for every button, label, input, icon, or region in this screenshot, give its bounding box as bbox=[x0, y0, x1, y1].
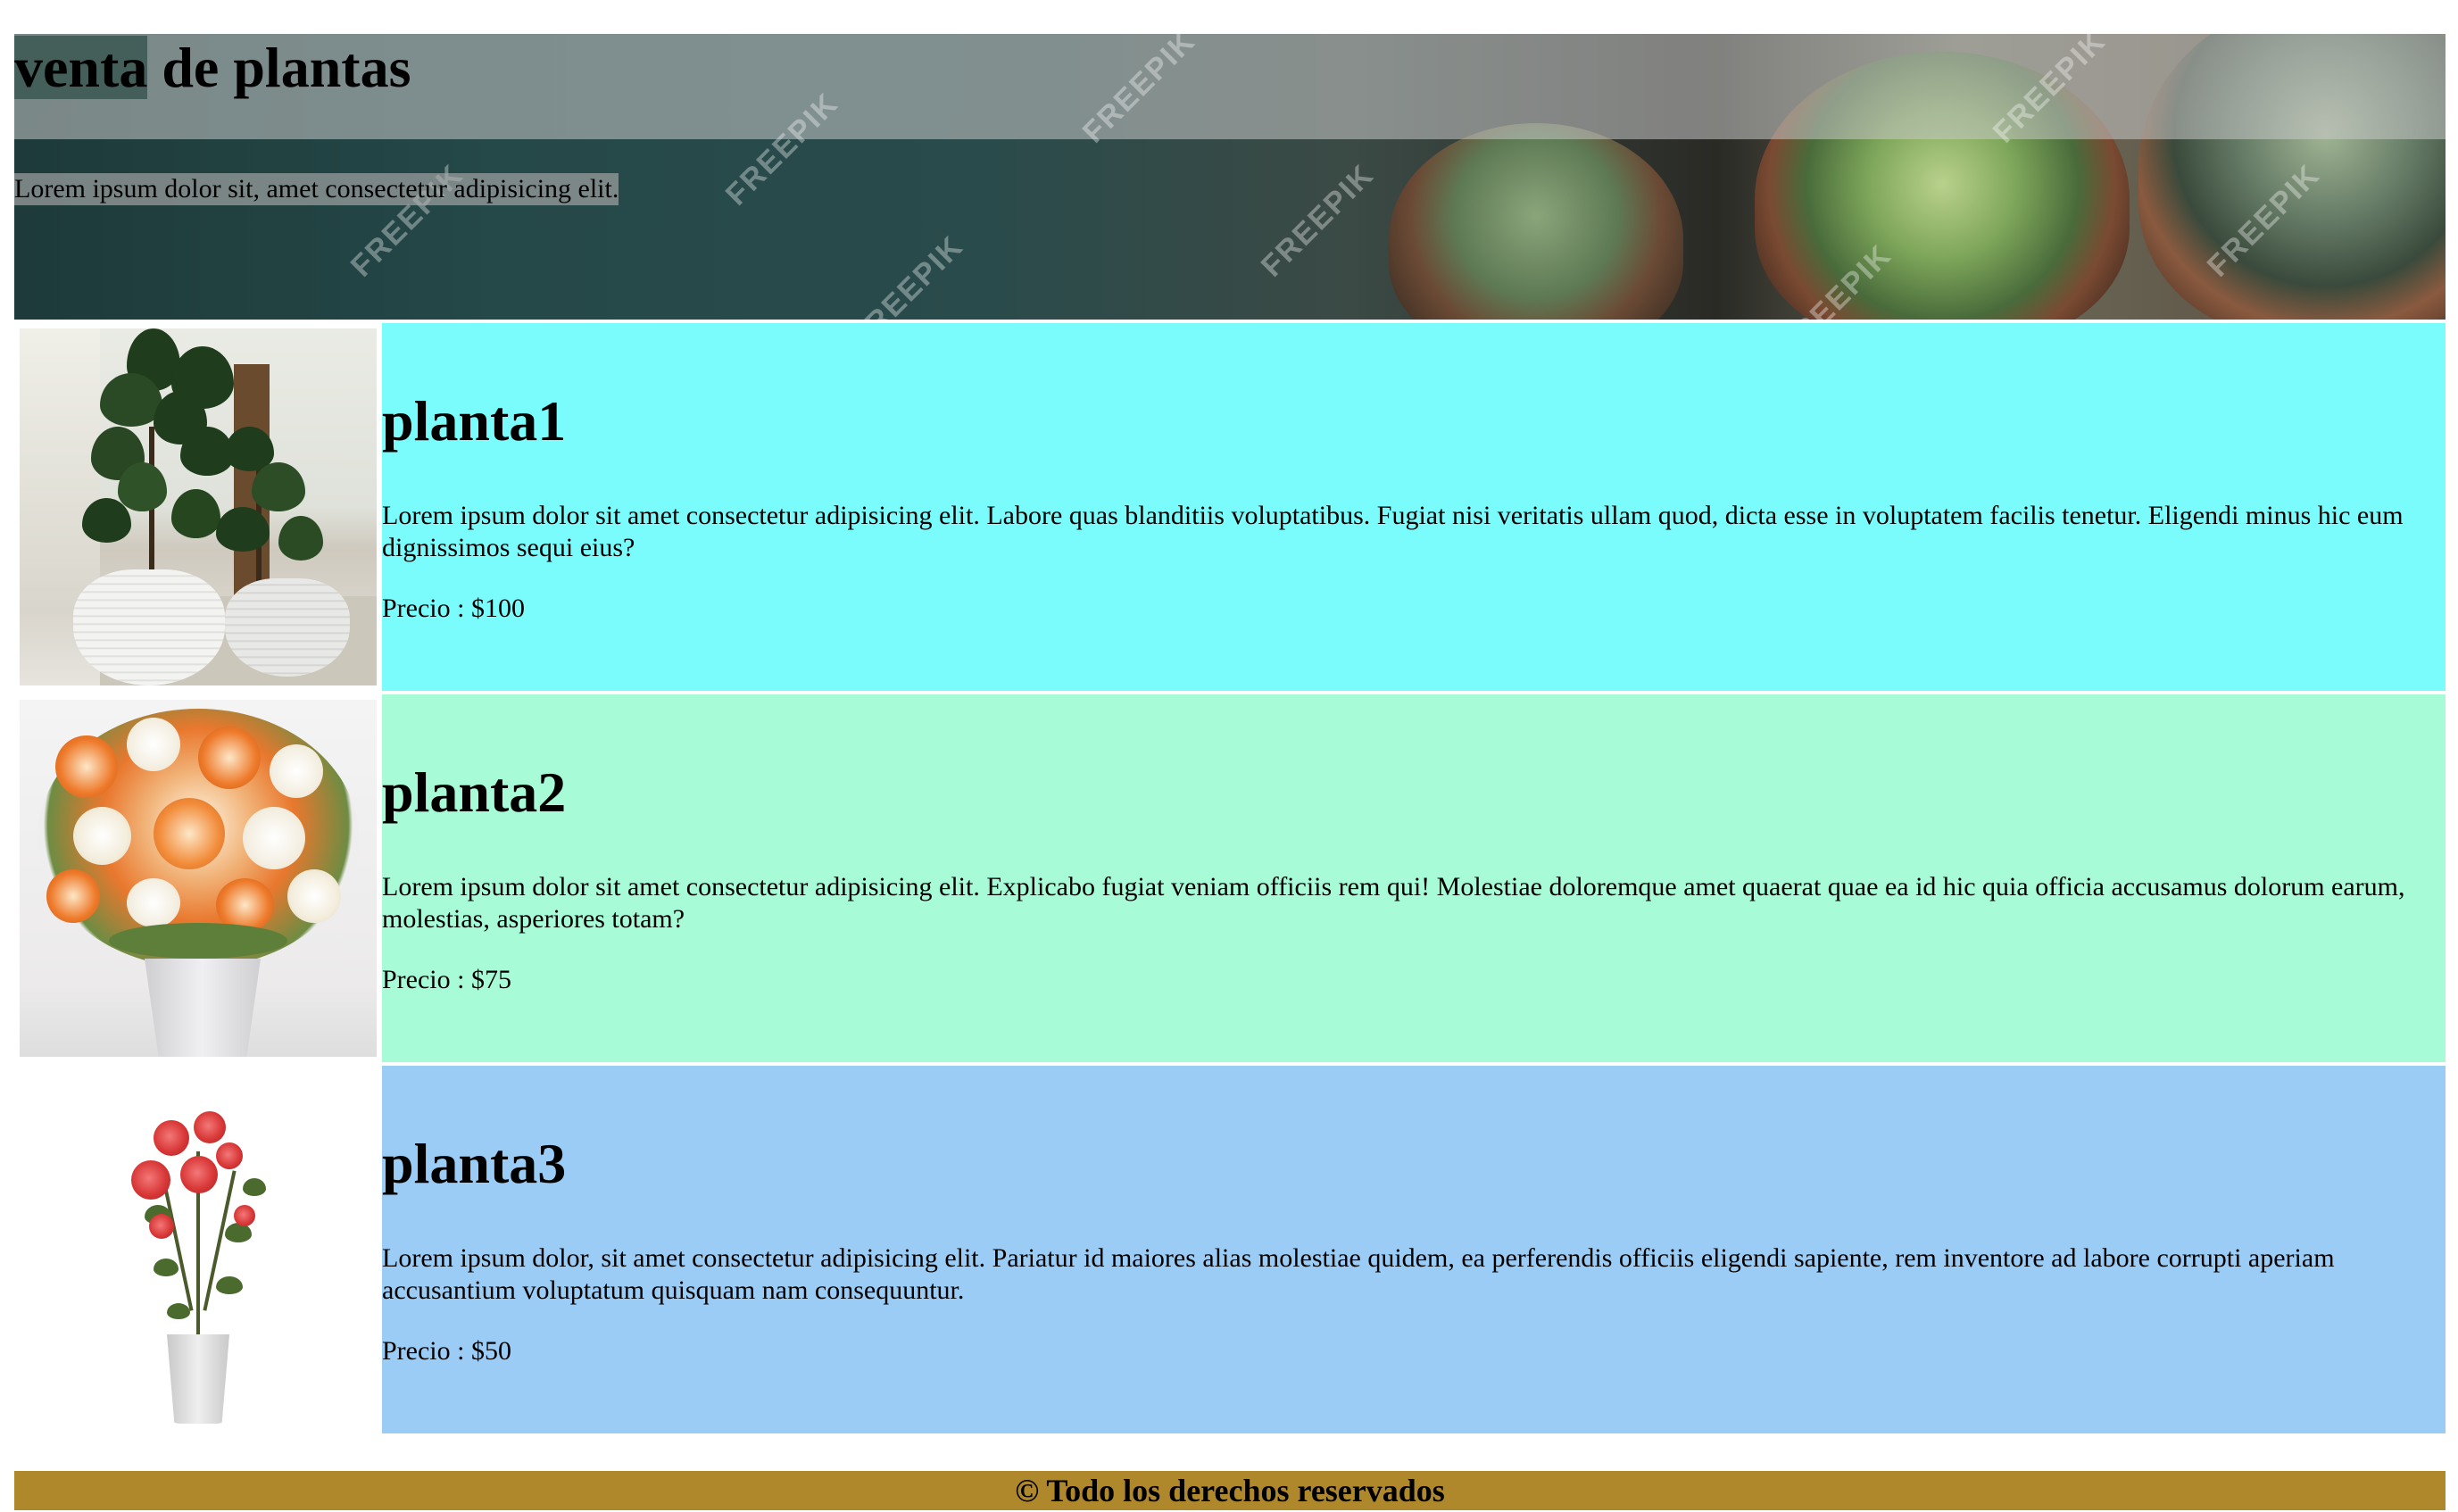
white-pot-icon bbox=[225, 578, 350, 677]
page-title-rest: de plantas bbox=[147, 36, 411, 99]
product-info: planta1 Lorem ipsum dolor sit amet conse… bbox=[382, 323, 2446, 691]
watermark-text: FREEPIK bbox=[1254, 157, 1381, 284]
white-pot-icon bbox=[73, 569, 225, 685]
product-description: Lorem ipsum dolor sit amet consectetur a… bbox=[382, 872, 2405, 934]
product-name: planta3 bbox=[382, 1132, 567, 1195]
page-title: venta de plantas bbox=[14, 34, 411, 102]
product-description: Lorem ipsum dolor sit amet consectetur a… bbox=[382, 501, 2404, 562]
product-name: planta2 bbox=[382, 760, 567, 824]
product-info: planta2 Lorem ipsum dolor sit amet conse… bbox=[382, 694, 2446, 1062]
footer-copyright: © Todo los derechos reservados bbox=[1015, 1473, 1445, 1508]
watermark-text: FREEPIK bbox=[843, 228, 970, 320]
product-card: planta2 Lorem ipsum dolor sit amet conse… bbox=[14, 694, 2446, 1062]
product-image-lily-bouquet bbox=[20, 700, 377, 1057]
pot-icon bbox=[167, 1334, 229, 1424]
page-subtitle: Lorem ipsum dolor sit, amet consectetur … bbox=[14, 173, 619, 205]
product-image-fiddle-leaf bbox=[20, 328, 377, 685]
page-footer: © Todo los derechos reservados bbox=[14, 1471, 2446, 1510]
vase-icon bbox=[145, 959, 261, 1057]
product-price: Precio : $75 bbox=[382, 965, 511, 994]
product-price: Precio : $100 bbox=[382, 594, 525, 623]
product-price: Precio : $50 bbox=[382, 1336, 511, 1366]
page-header: FREEPIK FREEPIK FREEPIK FREEPIK FREEPIK … bbox=[14, 34, 2446, 320]
page-title-highlight: venta bbox=[14, 36, 148, 99]
product-card: planta3 Lorem ipsum dolor, sit amet cons… bbox=[14, 1066, 2446, 1433]
product-description: Lorem ipsum dolor, sit amet consectetur … bbox=[382, 1243, 2335, 1305]
product-card: planta1 Lorem ipsum dolor sit amet conse… bbox=[14, 323, 2446, 691]
product-name: planta1 bbox=[382, 389, 567, 453]
cactus-pot-image bbox=[1389, 123, 1683, 320]
product-info: planta3 Lorem ipsum dolor, sit amet cons… bbox=[382, 1066, 2446, 1433]
product-image-rose-plant bbox=[20, 1071, 377, 1428]
